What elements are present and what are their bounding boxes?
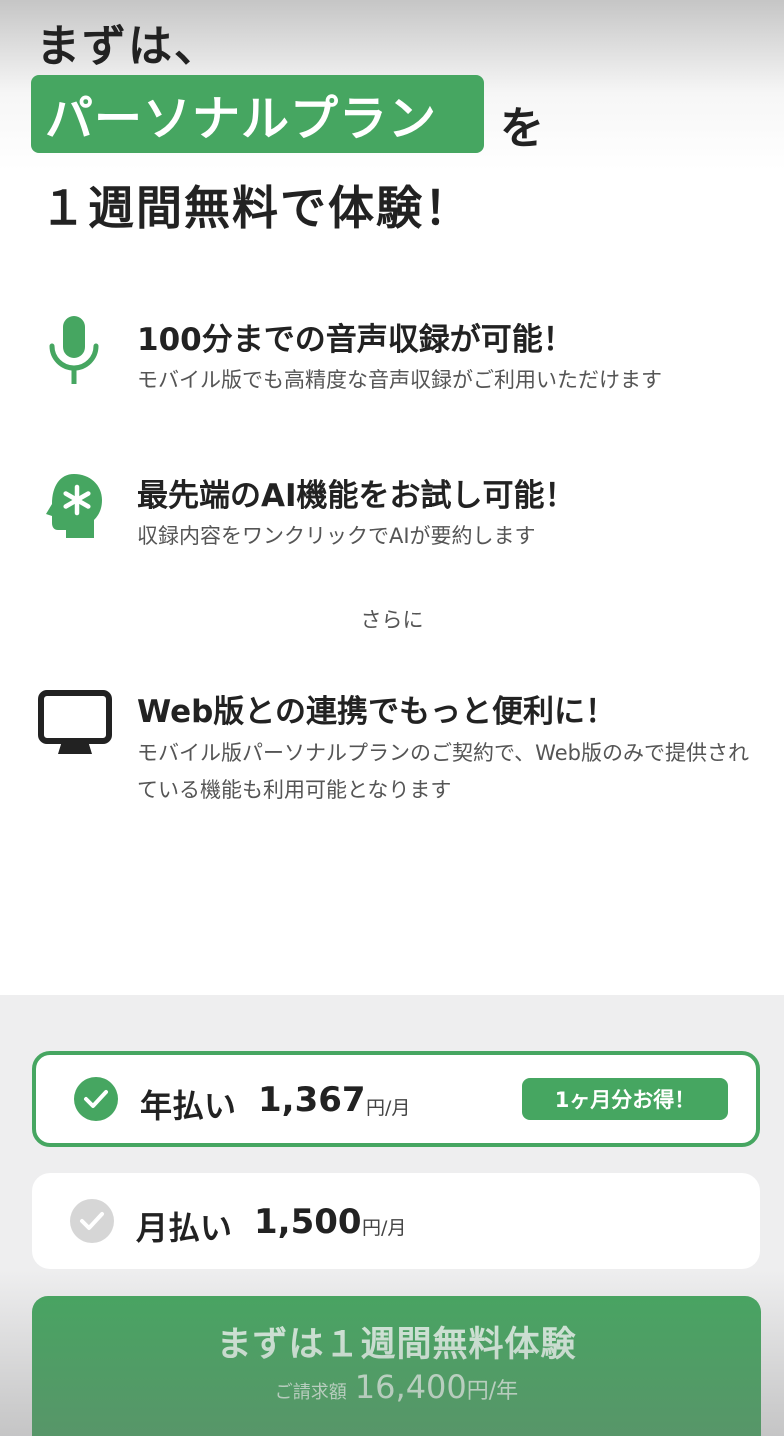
cta-title: まずは１週間無料体験: [216, 1325, 577, 1365]
plan-price-unit: 円/月: [362, 1217, 407, 1239]
feature-title: Web版との連携でもっと便利に！: [137, 694, 616, 730]
plan-name: 月払い: [136, 1209, 233, 1247]
plan-option-monthly[interactable]: 月払い 1,500 円/月: [32, 1173, 760, 1269]
check-circle-icon: [70, 1199, 114, 1243]
connector-text: さらに: [360, 608, 424, 632]
feature-description: モバイル版パーソナルプランのご契約で、Web版のみで提供されている機能も利用可能…: [137, 741, 749, 802]
plan-price-unit: 円/月: [366, 1097, 411, 1119]
plan-name: 年払い: [140, 1087, 237, 1125]
headline-line3: １週間無料で体験！: [40, 181, 472, 235]
feature-title: 最先端のAI機能をお試し可能！: [137, 478, 576, 514]
feature-description: モバイル版でも高精度な音声収録がご利用いただけます: [137, 368, 662, 392]
billing-amount-line: ご請求額 16,400円/年: [32, 1368, 761, 1406]
plan-name-text: パーソナルプラン: [45, 91, 438, 147]
billing-amount: 16,400: [354, 1368, 467, 1406]
plan-price: 1,367: [258, 1080, 366, 1120]
billing-unit: 円/年: [466, 1379, 519, 1404]
headline-particle: を: [500, 103, 544, 154]
check-circle-icon: [74, 1077, 118, 1121]
microphone-icon: [49, 316, 99, 384]
headline-line1: まずは、: [36, 21, 220, 72]
billing-label: ご請求額: [274, 1382, 347, 1403]
monitor-icon: [38, 690, 112, 754]
plan-option-annual[interactable]: 年払い 1,367 円/月 1ヶ月分お得！: [32, 1051, 760, 1147]
ai-head-icon: [46, 474, 102, 538]
start-free-trial-button[interactable]: まずは１週間無料体験 ご請求額 16,400円/年: [32, 1296, 761, 1436]
feature-description: 収録内容をワンクリックでAIが要約します: [137, 524, 536, 548]
savings-badge: 1ヶ月分お得！: [522, 1078, 728, 1120]
plan-price: 1,500: [254, 1202, 362, 1242]
plan-name-badge: パーソナルプラン: [31, 75, 484, 153]
feature-title: 100分までの音声収録が可能！: [137, 322, 574, 358]
